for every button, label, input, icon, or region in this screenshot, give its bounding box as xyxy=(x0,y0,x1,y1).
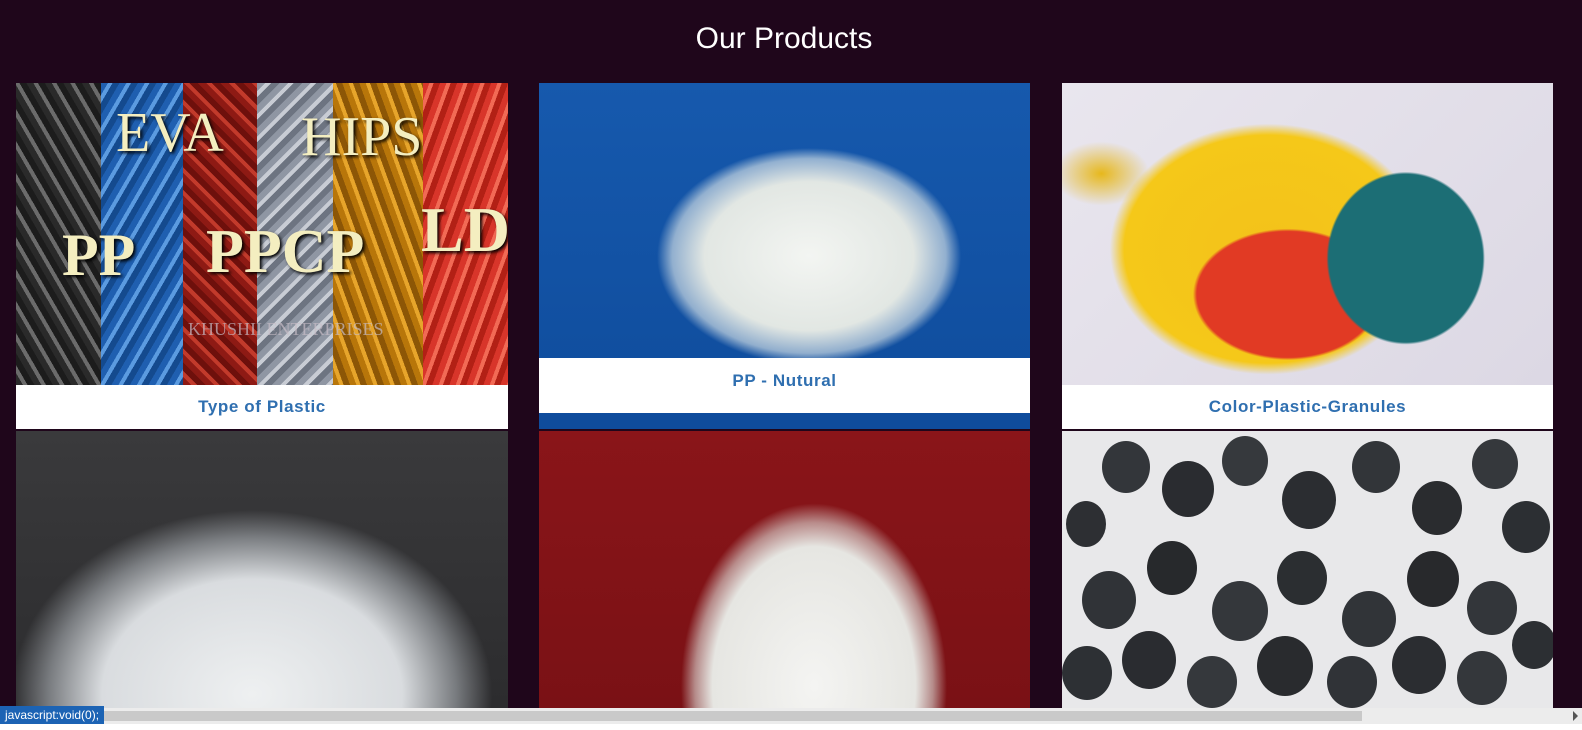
product-card-color-granules[interactable]: Color-Plastic-Granules xyxy=(1062,83,1553,429)
product-card-pp-natural[interactable]: PP - Nutural xyxy=(539,83,1030,429)
label-ppcp: PPCP xyxy=(206,218,365,286)
product-caption[interactable]: Type of Plastic xyxy=(16,385,508,429)
product-card-white-granules[interactable] xyxy=(539,431,1030,708)
product-card-clear-granules[interactable] xyxy=(16,431,508,708)
color-granules-image xyxy=(1062,83,1553,385)
label-pp: PP xyxy=(62,222,136,288)
scroll-right-arrow-icon[interactable] xyxy=(1573,711,1578,721)
label-ldpe: LDPE xyxy=(421,194,508,265)
label-eva: EVA xyxy=(116,102,224,164)
products-page: Our Products PP EVA PPCP HIPS LDPE KHUSH… xyxy=(0,0,1582,730)
section-title: Our Products xyxy=(695,22,873,55)
label-hips: HIPS xyxy=(301,106,423,168)
bottom-strip xyxy=(0,724,1582,730)
white-granules-image xyxy=(539,431,1030,708)
black-granules-image xyxy=(1062,431,1553,708)
product-caption[interactable]: Color-Plastic-Granules xyxy=(1062,385,1553,429)
status-bar-link: javascript:void(0); xyxy=(0,706,105,724)
product-caption[interactable]: PP - Nutural xyxy=(539,358,1030,413)
product-card-type-of-plastic[interactable]: PP EVA PPCP HIPS LDPE KHUSHII ENTERPRISE… xyxy=(16,83,508,429)
plastic-types-image: PP EVA PPCP HIPS LDPE KHUSHII ENTERPRISE… xyxy=(16,83,508,385)
watermark-text: KHUSHII ENTERPRISES xyxy=(188,319,384,339)
clear-granules-image xyxy=(16,431,508,708)
scrollbar-thumb[interactable] xyxy=(100,711,1362,721)
product-card-black-granules[interactable] xyxy=(1062,431,1553,708)
horizontal-scrollbar[interactable] xyxy=(0,708,1582,724)
